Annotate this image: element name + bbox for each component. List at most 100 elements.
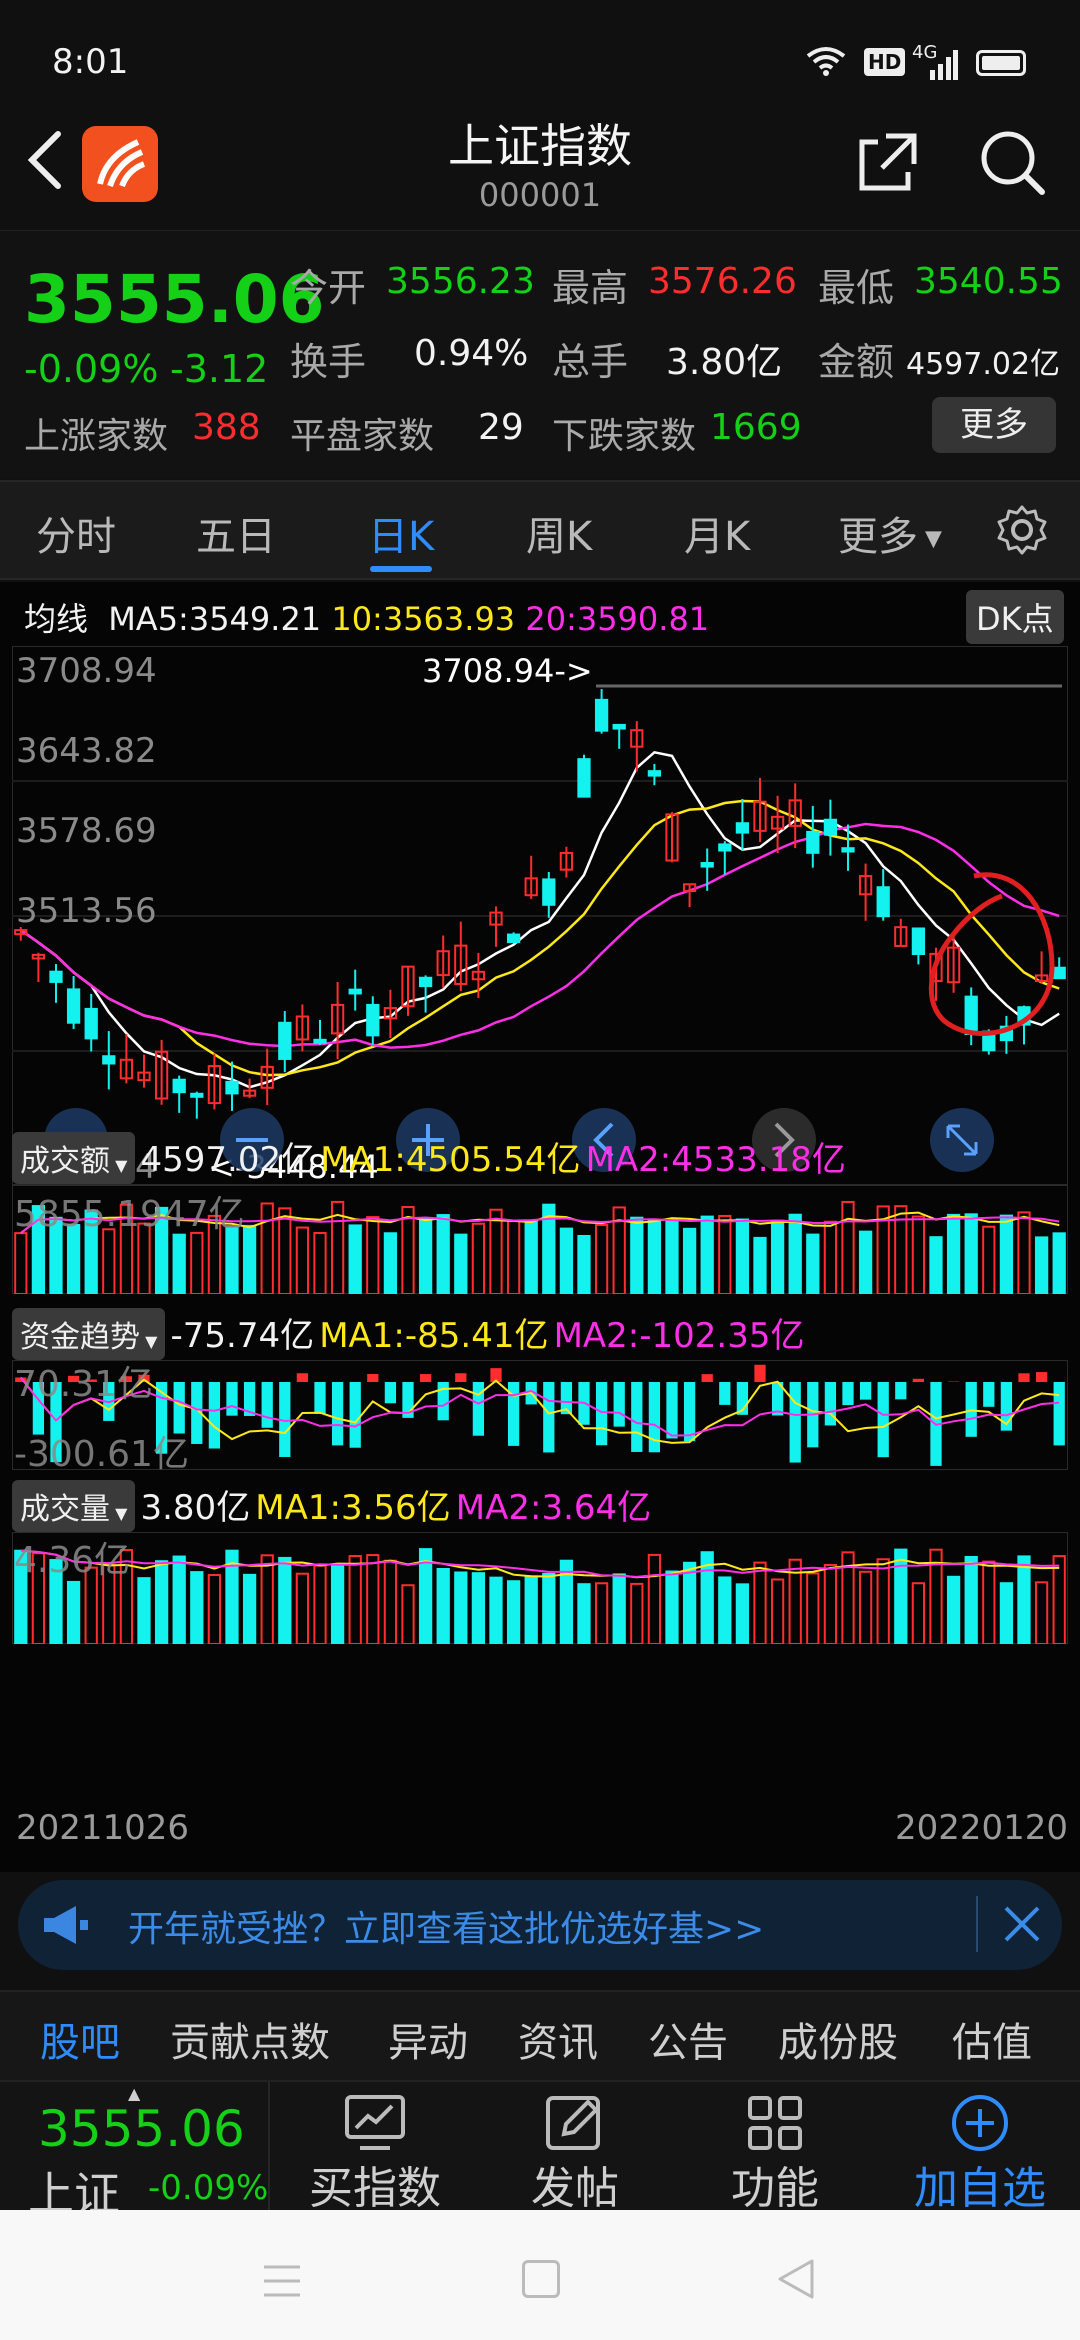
ma-label: 均线: [24, 600, 89, 638]
volume-bar: [876, 1558, 890, 1644]
chart-area: 均线 MA5:3549.21 10:3563.93 20:3590.81 DK点…: [0, 582, 1080, 1872]
subtab-contribution[interactable]: 贡献点数: [170, 2010, 330, 2068]
turnover-label: 换手: [290, 340, 367, 384]
share-icon[interactable]: [856, 130, 920, 194]
tab-daily-k[interactable]: 日K: [368, 504, 434, 562]
flow-bar: [314, 1382, 326, 1414]
volume-bar: [154, 1560, 169, 1644]
high-value: 3576.26: [648, 261, 797, 302]
volume-bar: [489, 1576, 503, 1644]
volume-bar: [506, 1220, 521, 1294]
flow-bar: [912, 1378, 925, 1382]
volume-indicator-dropdown[interactable]: 成交量 ▼: [12, 1480, 136, 1532]
down-count-label: 下跌家数: [552, 416, 697, 457]
flow-bar: [261, 1382, 273, 1428]
volume-bar: [770, 1578, 785, 1644]
status-time: 8:01: [52, 42, 129, 82]
candle-body: [823, 818, 838, 836]
volume-bar: [66, 1580, 81, 1644]
plus-circle-icon: [952, 2095, 1008, 2151]
subtab-valuation[interactable]: 估值: [952, 2010, 1032, 2068]
flow-bar: [437, 1382, 449, 1421]
volume-bar: [735, 1218, 750, 1294]
tab-weekly-k[interactable]: 周K: [526, 504, 592, 562]
volume-bar: [753, 1561, 767, 1644]
volume-bar: [823, 1563, 838, 1644]
system-nav-bar: [0, 2210, 1080, 2340]
flow-bar: [842, 1382, 854, 1406]
tab-more[interactable]: 更多 ▼: [838, 504, 942, 562]
grid-icon: [748, 2096, 802, 2150]
volume-bar: [682, 1561, 697, 1644]
more-button[interactable]: 更多: [932, 397, 1056, 453]
search-icon[interactable]: [978, 128, 1048, 198]
amount-indicator-dropdown[interactable]: 成交额 ▼: [12, 1132, 136, 1184]
subtab-constituents[interactable]: 成份股: [778, 2010, 898, 2068]
tab-more-label: 更多: [838, 514, 918, 560]
moving-average-line: [20, 799, 1060, 1077]
moving-average-line: [20, 822, 1060, 1049]
volume-bar: [260, 1202, 274, 1294]
volume-bar: [102, 1228, 116, 1294]
volume-bar: [946, 1575, 961, 1644]
hand-drawn-circle: [928, 872, 1055, 1036]
subtab-anomaly[interactable]: 异动: [388, 2010, 468, 2068]
volume-bar: [858, 1570, 873, 1644]
edit-icon: [546, 2096, 600, 2150]
open-value: 3556.23: [386, 261, 535, 302]
menu-icon[interactable]: [262, 2264, 302, 2298]
period-tabs: 分时 五日 日K 周K 月K 更多 ▼: [0, 480, 1080, 580]
volume-bar: [700, 1215, 714, 1294]
flow-bar: [226, 1382, 238, 1416]
fullscreen-button[interactable]: [930, 1108, 994, 1172]
y-axis-label-3: 3578.69: [16, 811, 157, 851]
mini-quote[interactable]: ▲ 3555.06 上证 -0.09%: [0, 2082, 270, 2221]
tab-intraday[interactable]: 分时: [36, 504, 116, 562]
subtab-forum[interactable]: 股吧: [40, 2010, 120, 2068]
settings-gear-icon[interactable]: [996, 504, 1048, 556]
back-nav-icon[interactable]: [776, 2258, 816, 2300]
promo-banner[interactable]: 开年就受挫？立即查看这批优选好基>>: [18, 1880, 1062, 1970]
candle-body: [612, 723, 626, 730]
volume-bar: [753, 1236, 767, 1294]
close-icon[interactable]: [1000, 1902, 1044, 1946]
kline-chart[interactable]: 3708.94 3643.82 3578.69 3513.56 3448.44 …: [12, 646, 1068, 1186]
candle-body: [225, 1080, 239, 1095]
subtab-news[interactable]: 资讯: [518, 2010, 598, 2068]
tab-monthly-k[interactable]: 月K: [684, 504, 750, 562]
mini-pct: -0.09%: [148, 2168, 269, 2208]
flow-bar: [613, 1382, 625, 1427]
amount-panel-header: 成交额 ▼ 4597.02亿 MA1:4505.54亿 MA2:4533.18亿: [12, 1132, 846, 1184]
volume-bar: [806, 1233, 820, 1294]
tab-five-day[interactable]: 五日: [196, 504, 276, 562]
bottom-section-tabs: 股吧 贡献点数 异动 资讯 公告 成份股 估值: [0, 1990, 1080, 2080]
subtab-announcements[interactable]: 公告: [648, 2010, 728, 2068]
volume-bar: [1034, 1581, 1049, 1644]
volume-bar: [295, 1572, 310, 1644]
volume-value: 3.80亿: [140, 1488, 251, 1528]
chart-icon: [345, 2095, 405, 2150]
volume-bar: [630, 1582, 644, 1644]
post-label: 发帖: [531, 2163, 619, 2214]
volume-bar: [647, 1553, 662, 1644]
volume-bar: [313, 1231, 327, 1294]
volume-bar: [1017, 1555, 1031, 1644]
volume-bar: [260, 1554, 274, 1644]
home-icon[interactable]: [522, 2260, 560, 2298]
candle-body: [911, 927, 926, 956]
banner-text[interactable]: 开年就受挫？立即查看这批优选好基>>: [128, 1900, 764, 1952]
function-button[interactable]: 功能: [700, 2082, 850, 2214]
flow-bar: [719, 1382, 731, 1405]
volume-bar: [366, 1554, 380, 1644]
volume-bar: [489, 1208, 503, 1294]
flow-indicator-dropdown[interactable]: 资金趋势 ▼: [12, 1308, 166, 1360]
buy-index-button[interactable]: 买指数: [290, 2082, 460, 2214]
volume-bar: [911, 1582, 926, 1644]
ma5-value: MA5:3549.21: [108, 600, 322, 638]
volume-bar: [577, 1234, 591, 1294]
dk-point-button[interactable]: DK点: [966, 590, 1064, 644]
volume-bar: [946, 1213, 961, 1294]
add-watchlist-button[interactable]: 加自选: [895, 2082, 1065, 2214]
bottom-toolbar: ▲ 3555.06 上证 -0.09% 买指数 发帖 功能 加自选: [0, 2080, 1080, 2221]
post-button[interactable]: 发帖: [500, 2082, 650, 2214]
